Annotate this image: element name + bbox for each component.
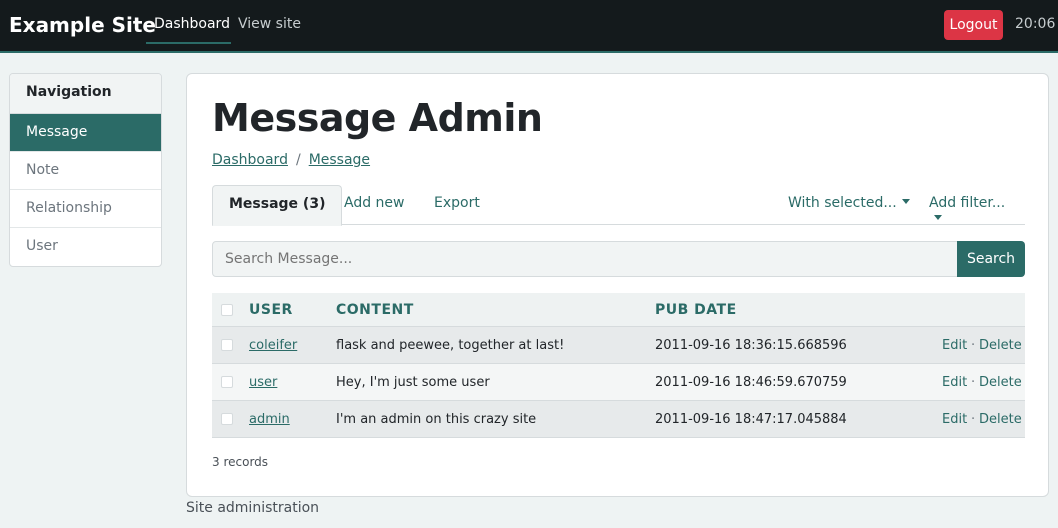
table-header: USER CONTENT PUB DATE	[212, 293, 1025, 327]
nav-active-indicator	[146, 42, 231, 44]
tab-bar: Message (3) Add new Export With selected…	[212, 185, 1025, 226]
nav-link-dashboard[interactable]: Dashboard	[154, 16, 230, 32]
footer-text: Site administration	[186, 500, 320, 516]
column-header-pub-date[interactable]: PUB DATE	[655, 302, 737, 318]
row-action-separator: ·	[971, 338, 976, 353]
messages-table: USER CONTENT PUB DATE coleifer flask and…	[212, 293, 1025, 438]
row-delete-link[interactable]: Delete	[979, 412, 1022, 427]
tab-message-list[interactable]: Message (3)	[212, 185, 343, 226]
top-navbar: Example Site Dashboard View site Logout …	[0, 0, 1058, 53]
sidebar-header: Navigation	[10, 74, 161, 114]
table-row: admin I'm an admin on this crazy site 20…	[212, 401, 1025, 438]
tab-add-new[interactable]: Add new	[328, 185, 421, 225]
records-count: 3 records	[212, 455, 269, 469]
row-delete-link[interactable]: Delete	[979, 375, 1022, 390]
row-edit-link[interactable]: Edit	[942, 375, 967, 390]
breadcrumb-separator: /	[295, 152, 301, 168]
breadcrumb-message[interactable]: Message	[309, 152, 370, 168]
table-row: coleifer flask and peewee, together at l…	[212, 327, 1025, 364]
row-delete-link[interactable]: Delete	[979, 338, 1022, 353]
sidebar-item-message[interactable]: Message	[10, 114, 161, 152]
add-filter-dropdown[interactable]: Add filter...	[913, 185, 1025, 225]
main-card: Message Admin Dashboard / Message Message …	[186, 73, 1049, 497]
clock-display: 20:06	[1015, 16, 1056, 32]
tab-export[interactable]: Export	[418, 185, 496, 225]
table-row: user Hey, I'm just some user 2011-09-16 …	[212, 364, 1025, 401]
select-all-checkbox[interactable]	[221, 304, 233, 316]
row-edit-link[interactable]: Edit	[942, 338, 967, 353]
column-header-content[interactable]: CONTENT	[336, 302, 414, 318]
chevron-down-icon	[934, 214, 942, 220]
row-pub-date: 2011-09-16 18:46:59.670759	[655, 375, 847, 390]
column-header-user[interactable]: USER	[249, 302, 293, 318]
sidebar-item-note[interactable]: Note	[10, 152, 161, 190]
row-user-link[interactable]: admin	[249, 412, 290, 427]
row-action-separator: ·	[971, 412, 976, 427]
row-content: I'm an admin on this crazy site	[336, 412, 537, 427]
sidebar-item-relationship[interactable]: Relationship	[10, 190, 161, 228]
sidebar-navigation: Navigation Message Note Relationship Use…	[9, 73, 162, 267]
row-checkbox[interactable]	[221, 339, 233, 351]
add-filter-label: Add filter...	[929, 195, 1006, 211]
row-content: flask and peewee, together at last!	[336, 338, 565, 353]
with-selected-dropdown[interactable]: With selected...	[772, 185, 926, 225]
row-checkbox[interactable]	[221, 413, 233, 425]
chevron-down-icon	[901, 198, 910, 204]
row-user-link[interactable]: coleifer	[249, 338, 297, 353]
sidebar-item-user[interactable]: User	[10, 228, 161, 266]
search-button[interactable]: Search	[957, 241, 1025, 277]
row-checkbox[interactable]	[221, 376, 233, 388]
row-action-separator: ·	[971, 375, 976, 390]
row-pub-date: 2011-09-16 18:47:17.045884	[655, 412, 847, 427]
with-selected-label: With selected...	[788, 195, 897, 211]
row-user-link[interactable]: user	[249, 375, 277, 390]
row-pub-date: 2011-09-16 18:36:15.668596	[655, 338, 847, 353]
row-edit-link[interactable]: Edit	[942, 412, 967, 427]
breadcrumb-dashboard[interactable]: Dashboard	[212, 152, 288, 168]
row-content: Hey, I'm just some user	[336, 375, 490, 390]
site-brand[interactable]: Example Site	[9, 13, 156, 37]
nav-link-view-site[interactable]: View site	[238, 16, 301, 32]
search-input[interactable]	[212, 241, 958, 277]
logout-button[interactable]: Logout	[944, 10, 1003, 40]
breadcrumb: Dashboard / Message	[212, 152, 370, 168]
page-title: Message Admin	[212, 96, 543, 140]
